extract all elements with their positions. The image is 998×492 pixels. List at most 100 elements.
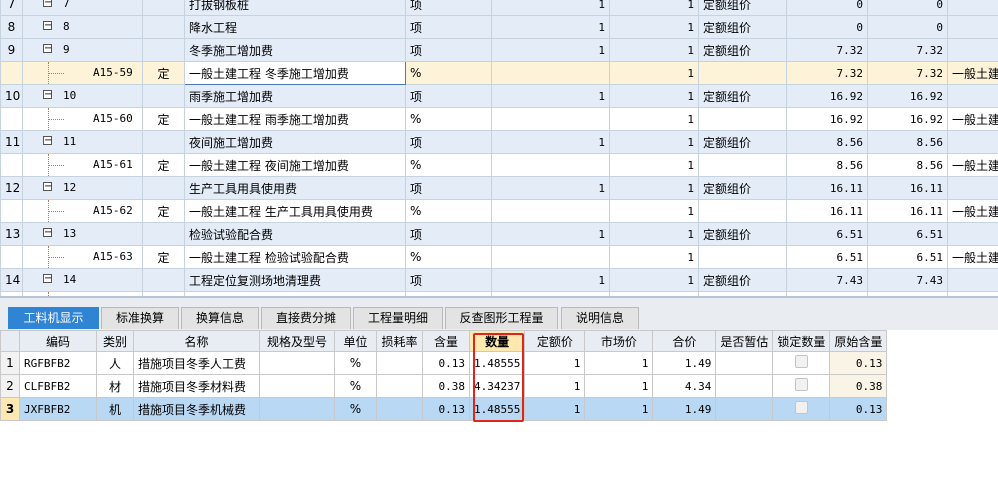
measure-item-row[interactable]: 13−13 检验试验配合费项 1 1 定额组价 6.51 6.51: [0, 222, 998, 246]
loss-rate-cell[interactable]: [376, 351, 423, 375]
header-lock-quantity[interactable]: 锁定数量: [772, 330, 831, 352]
measure-item-row[interactable]: 9−9 冬季施工增加费项 1 1 定额组价 7.32 7.32: [0, 38, 998, 62]
tree-code-cell[interactable]: A15-63: [22, 245, 143, 269]
quota-price-cell[interactable]: 1: [524, 374, 586, 398]
content-cell[interactable]: 0.13: [422, 397, 470, 421]
header-category[interactable]: 类别: [96, 330, 134, 352]
name-cell[interactable]: 措施项目冬季材料费: [133, 374, 260, 398]
tab-labor-material-machine[interactable]: 工料机显示: [8, 307, 99, 329]
tab-standard-conversion[interactable]: 标准换算: [101, 307, 179, 329]
quota-sub-row[interactable]: A15-62定一般土建工程 生产工具用具使用费%116.1116.11一般土建工…: [0, 199, 998, 223]
quantity-expr-cell[interactable]: 1: [491, 0, 610, 16]
quantity-expr-cell[interactable]: [491, 199, 610, 223]
collapse-toggle-icon[interactable]: −: [43, 228, 52, 238]
measure-item-row[interactable]: 12−12 生产工具用具使用费项 1 1 定额组价 16.11 16.11: [0, 176, 998, 200]
quantity-expr-cell[interactable]: [491, 61, 610, 85]
name-cell[interactable]: 雨季施工增加费: [184, 84, 406, 108]
lock-quantity-cell[interactable]: [772, 351, 831, 375]
resource-row[interactable]: 3 JXFBFB2 机措施项目冬季机械费% 0.13 1.48555 1 1 1.49 0.13: [0, 397, 888, 421]
tree-code-cell[interactable]: − 10: [22, 84, 143, 108]
tree-code-cell[interactable]: A15-62: [22, 199, 143, 223]
estimate-cell[interactable]: [715, 351, 774, 375]
quantity-cell[interactable]: 1: [609, 15, 699, 39]
tab-direct-cost-allocation[interactable]: 直接费分摊: [261, 307, 351, 329]
name-cell[interactable]: 一般土建工程 雨季施工增加费: [184, 107, 406, 131]
measure-item-row[interactable]: 8−8 降水工程项 1 1 定额组价 0 0: [0, 15, 998, 39]
quantity-cell[interactable]: 1: [609, 268, 699, 292]
name-cell[interactable]: 一般土建工程 生产工具用具使用费: [184, 199, 406, 223]
quota-price-cell[interactable]: 1: [524, 397, 586, 421]
collapse-toggle-icon[interactable]: −: [43, 274, 52, 284]
header-content[interactable]: 含量: [422, 330, 470, 352]
quantity-expr-cell[interactable]: [491, 245, 610, 269]
quantity-expr-cell[interactable]: 1: [491, 130, 610, 154]
tree-code-cell[interactable]: − 13: [22, 222, 143, 246]
header-quantity[interactable]: 数量: [468, 330, 526, 352]
tree-code-cell[interactable]: −9: [22, 38, 143, 62]
quantity-cell[interactable]: 1: [609, 222, 699, 246]
measure-item-row[interactable]: 14−14 工程定位复测场地清理费项 1 1 定额组价 7.43 7.43: [0, 268, 998, 292]
header-unit[interactable]: 单位: [334, 330, 377, 352]
lock-quantity-cell[interactable]: [772, 374, 831, 398]
estimate-cell[interactable]: [715, 374, 774, 398]
quota-sub-row[interactable]: A15-59定一般土建工程 冬季施工增加费%17.327.32一般土建工程: [0, 61, 998, 85]
header-loss-rate[interactable]: 损耗率: [376, 330, 423, 352]
loss-rate-cell[interactable]: [376, 397, 423, 421]
quantity-expr-cell[interactable]: 1: [491, 268, 610, 292]
header-is-estimate[interactable]: 是否暂估: [715, 330, 774, 352]
quota-sub-row[interactable]: A15-60定一般土建工程 雨季施工增加费%116.9216.92一般土建工程: [0, 107, 998, 131]
collapse-toggle-icon[interactable]: −: [43, 0, 52, 8]
quantity-cell[interactable]: 1: [609, 245, 699, 269]
tab-quantity-detail[interactable]: 工程量明细: [353, 307, 443, 329]
quantity-expr-cell[interactable]: [491, 153, 610, 177]
resource-grid[interactable]: 编码 类别 名称 规格及型号 单位 损耗率 含量 数量 定额价 市场价 合价 是…: [0, 330, 888, 421]
measure-item-row[interactable]: 10−10 雨季施工增加费项 1 1 定额组价 16.92 16.92: [0, 84, 998, 108]
tree-code-cell[interactable]: −8: [22, 15, 143, 39]
quantity-expr-cell[interactable]: 1: [491, 38, 610, 62]
estimate-cell[interactable]: [715, 397, 774, 421]
lock-checkbox[interactable]: [794, 355, 808, 368]
quota-price-cell[interactable]: 1: [524, 351, 586, 375]
quantity-expr-cell[interactable]: 1: [491, 222, 610, 246]
resource-row[interactable]: 2 CLFBFB2 材措施项目冬季材料费% 0.38 4.34237 1 1 4.34 0.38: [0, 374, 888, 398]
tab-conversion-info[interactable]: 换算信息: [181, 307, 259, 329]
name-cell[interactable]: 措施项目冬季人工费: [133, 351, 260, 375]
header-spec[interactable]: 规格及型号: [259, 330, 335, 352]
measure-item-row[interactable]: 11−11 夜间施工增加费项 1 1 定额组价 8.56 8.56: [0, 130, 998, 154]
quota-sub-row[interactable]: A15-61定一般土建工程 夜间施工增加费%18.568.56一般土建工程: [0, 153, 998, 177]
code-cell[interactable]: RGFBFB2: [19, 351, 97, 375]
quantity-expr-cell[interactable]: [491, 107, 610, 131]
name-cell[interactable]: 工程定位复测场地清理费: [184, 268, 406, 292]
collapse-toggle-icon[interactable]: −: [43, 182, 52, 192]
name-cell[interactable]: 打拔钢板桩: [184, 0, 406, 16]
name-cell[interactable]: 一般土建工程 冬季施工增加费: [184, 61, 406, 85]
tree-code-cell[interactable]: A15-60: [22, 107, 143, 131]
quantity-cell[interactable]: 1: [609, 199, 699, 223]
quantity-cell[interactable]: 1.48555: [468, 351, 526, 375]
lock-quantity-cell[interactable]: [772, 397, 831, 421]
code-cell[interactable]: JXFBFB2: [19, 397, 97, 421]
name-cell[interactable]: 措施项目冬季机械费: [133, 397, 260, 421]
resource-row[interactable]: 1 RGFBFB2 人措施项目冬季人工费% 0.13 1.48555 1 1 1.49 0.13: [0, 351, 888, 375]
header-code[interactable]: 编码: [19, 330, 97, 352]
header-original-content[interactable]: 原始含量: [829, 330, 888, 352]
lock-checkbox[interactable]: [794, 378, 808, 391]
quantity-cell[interactable]: 1: [609, 0, 699, 16]
tree-code-cell[interactable]: − 11: [22, 130, 143, 154]
measure-items-grid[interactable]: 7−7 打拔钢板桩项 1 1 定额组价 0 0 8−8 降水工程项 1 1 定额组价 0 0 9−9 冬季施工…: [0, 0, 998, 315]
quota-sub-row[interactable]: A15-63定一般土建工程 检验试验配合费%16.516.51一般土建工程: [0, 245, 998, 269]
header-market-price[interactable]: 市场价: [584, 330, 654, 352]
tree-code-cell[interactable]: A15-59: [22, 61, 143, 85]
quantity-cell[interactable]: 4.34237: [468, 374, 526, 398]
quantity-cell[interactable]: 1: [609, 107, 699, 131]
lock-checkbox[interactable]: [794, 401, 808, 414]
quantity-cell[interactable]: 1: [609, 153, 699, 177]
market-price-cell[interactable]: 1: [584, 397, 654, 421]
tree-code-cell[interactable]: A15-61: [22, 153, 143, 177]
collapse-toggle-icon[interactable]: −: [43, 90, 52, 100]
name-cell[interactable]: 生产工具用具使用费: [184, 176, 406, 200]
code-cell[interactable]: CLFBFB2: [19, 374, 97, 398]
content-cell[interactable]: 0.13: [422, 351, 470, 375]
collapse-toggle-icon[interactable]: −: [43, 21, 52, 31]
quantity-expr-cell[interactable]: 1: [491, 84, 610, 108]
